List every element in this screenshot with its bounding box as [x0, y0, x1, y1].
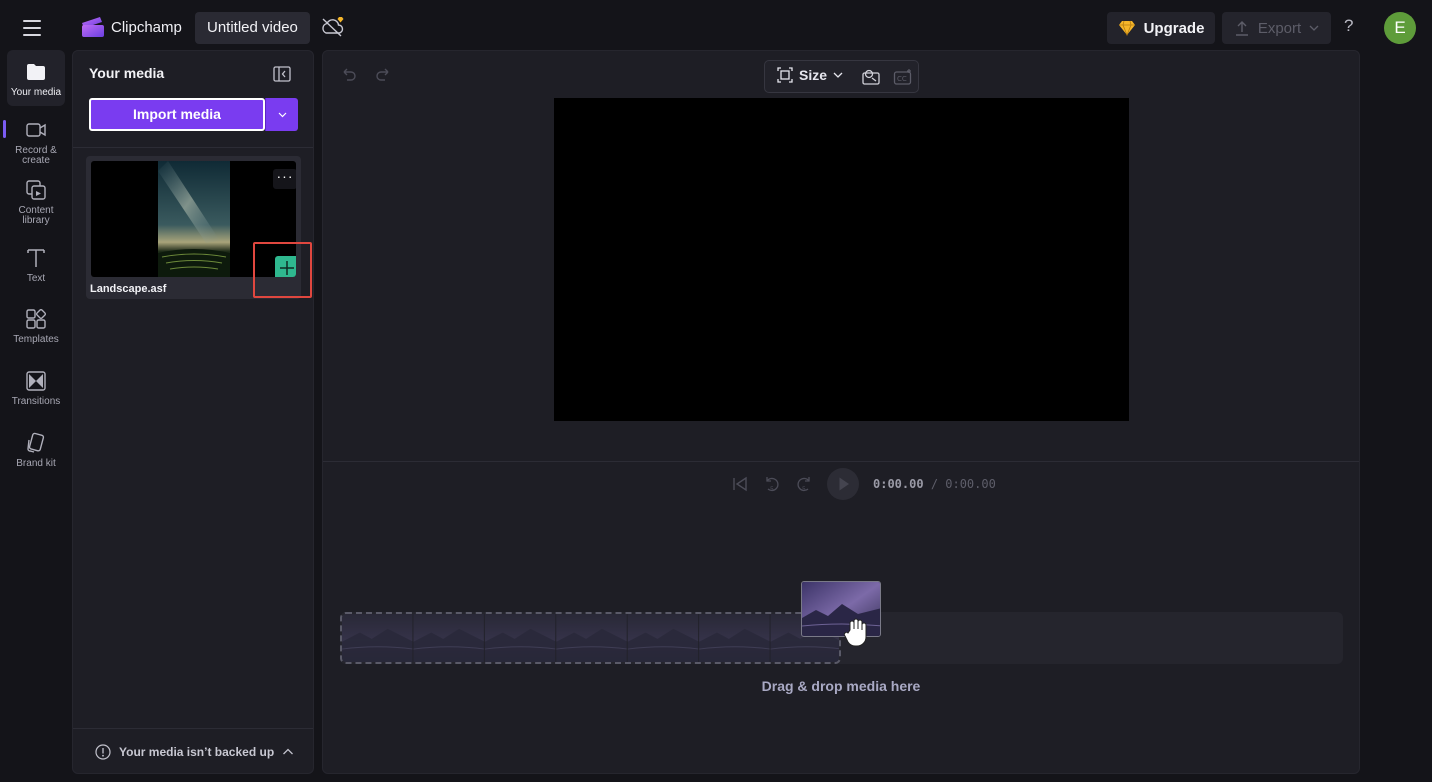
folder-icon	[27, 64, 45, 80]
collapse-panel-icon[interactable]	[273, 66, 291, 82]
size-button[interactable]: Size	[777, 67, 843, 83]
sidebar-item-your-media[interactable]: Your media	[7, 50, 65, 106]
media-panel: Your media Import media ··· Landscape.as…	[72, 50, 314, 774]
current-time: 0:00.00	[873, 477, 924, 491]
svg-text:5: 5	[802, 486, 806, 493]
forward-5-icon[interactable]: 5	[795, 475, 813, 493]
project-title-button[interactable]: Untitled video	[195, 12, 310, 44]
sidebar-item-label: Record & create	[15, 145, 57, 166]
menu-icon[interactable]	[18, 16, 46, 40]
active-indicator	[3, 120, 6, 138]
templates-icon	[26, 308, 47, 329]
upgrade-button[interactable]: Upgrade	[1107, 12, 1215, 44]
video-preview	[554, 98, 1129, 421]
filmstrip-placeholder-image	[342, 614, 839, 662]
brand-kit-icon	[27, 432, 45, 453]
svg-text:CC: CC	[897, 75, 907, 83]
sidebar-item-content-library[interactable]: Content library	[7, 178, 65, 226]
backup-status-text: Your media isn’t backed up	[119, 744, 275, 759]
chevron-up-icon	[283, 748, 294, 754]
content-library-icon	[26, 180, 46, 200]
export-label: Export	[1257, 19, 1302, 37]
highlight-annotation	[253, 242, 312, 298]
timecode: 0:00.00 / 0:00.00	[873, 477, 996, 491]
skip-back-icon[interactable]	[731, 475, 749, 493]
undo-icon[interactable]	[339, 65, 357, 83]
upload-icon	[1235, 21, 1248, 36]
more-options-button[interactable]: ···	[273, 169, 296, 189]
video-camera-icon	[26, 123, 46, 137]
divider	[73, 147, 313, 148]
divider	[323, 461, 1359, 462]
redo-icon[interactable]	[375, 65, 393, 83]
chevron-down-icon	[833, 72, 843, 78]
import-options-dropdown[interactable]	[265, 98, 298, 131]
captions-icon[interactable]: CC	[893, 68, 913, 86]
sidebar-item-label: Your media	[10, 87, 62, 98]
play-icon	[839, 477, 849, 491]
panel-title: Your media	[89, 65, 165, 81]
export-button[interactable]: Export	[1222, 12, 1331, 44]
top-bar: Clipchamp Untitled video Upgrade Export …	[0, 0, 1432, 54]
sidebar-item-templates[interactable]: Templates	[7, 307, 65, 345]
grab-hand-cursor-icon	[843, 618, 867, 647]
help-icon[interactable]: ?	[1344, 16, 1353, 36]
sidebar-item-label: Brand kit	[16, 458, 56, 469]
editor-area: Size CC 5 5 0:00.00 / 0:00.00 Drag & dro…	[322, 50, 1360, 774]
playback-controls: 5 5 0:00.00 / 0:00.00	[731, 467, 996, 501]
size-label: Size	[799, 67, 828, 83]
text-icon	[27, 249, 45, 267]
chevron-down-icon	[1309, 25, 1319, 31]
chevron-down-icon	[278, 112, 287, 118]
gem-icon	[1118, 20, 1135, 36]
total-time: / 0:00.00	[930, 477, 996, 491]
play-button[interactable]	[827, 468, 859, 500]
avatar[interactable]: E	[1384, 12, 1416, 44]
resize-icon	[777, 67, 793, 83]
rewind-5-icon[interactable]: 5	[763, 475, 781, 493]
sidebar-item-record-create[interactable]: Record & create	[7, 118, 65, 166]
import-media-button[interactable]: Import media	[89, 98, 265, 131]
media-item-name: Landscape.asf	[90, 283, 167, 295]
sidebar-item-text[interactable]: Text	[7, 246, 65, 284]
clipchamp-logo-icon	[82, 17, 104, 37]
sidebar-item-label: Text	[26, 273, 46, 284]
timeline-dropzone[interactable]	[340, 612, 841, 664]
upgrade-label: Upgrade	[1143, 19, 1205, 37]
landscape-thumbnail-image	[158, 161, 230, 277]
sidebar-item-label: Templates	[13, 334, 59, 345]
backup-status-row[interactable]: Your media isn’t backed up	[73, 728, 313, 774]
background-color-icon[interactable]	[861, 68, 881, 86]
sidebar-item-transitions[interactable]: Transitions	[7, 369, 65, 407]
sidebar-item-label: Transitions	[11, 396, 61, 407]
app-name: Clipchamp	[111, 19, 182, 36]
svg-text:5: 5	[770, 486, 774, 493]
preview-toolbar: Size CC	[764, 60, 919, 93]
cloud-sync-off-icon[interactable]	[320, 16, 346, 38]
drop-instructions: Drag & drop media here	[761, 678, 921, 694]
info-icon	[95, 743, 111, 760]
sidebar-item-label: Content library	[18, 205, 54, 226]
transitions-icon	[26, 371, 46, 391]
sidebar-item-brand-kit[interactable]: Brand kit	[7, 431, 65, 469]
